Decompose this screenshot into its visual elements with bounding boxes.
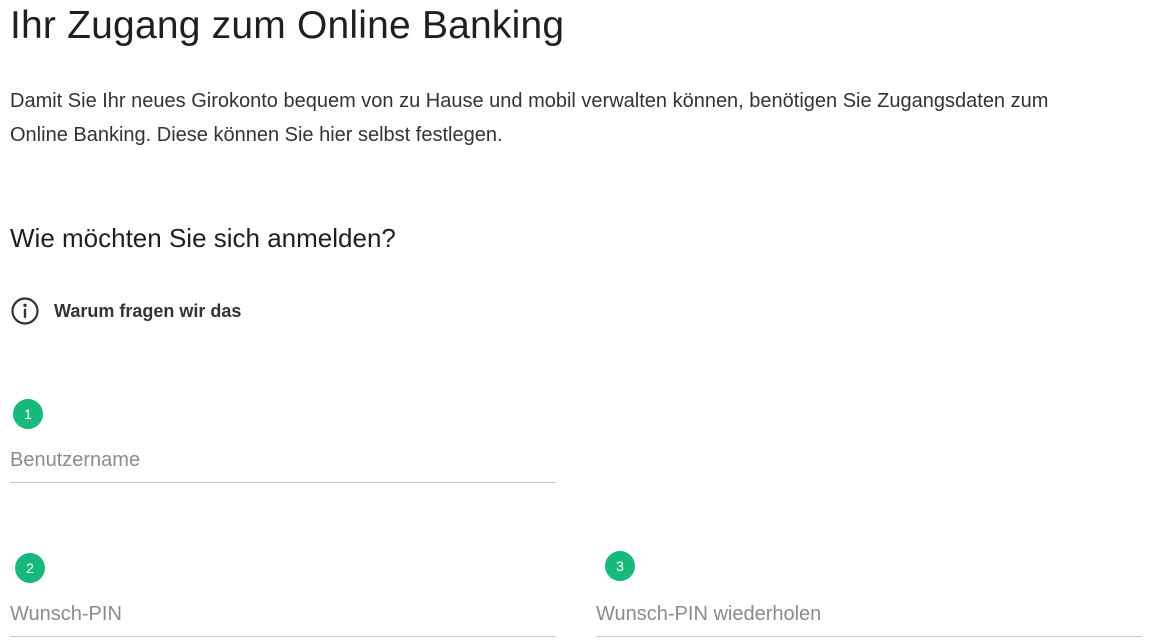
intro-text: Damit Sie Ihr neues Girokonto bequem von…: [10, 90, 1049, 146]
step-badge-2: 2: [15, 553, 45, 583]
why-we-ask-link[interactable]: Warum fragen wir das: [10, 296, 241, 326]
login-section-title: Wie möchten Sie sich anmelden?: [10, 223, 396, 253]
info-circle-icon: [10, 296, 40, 326]
pin-field-group: 2: [10, 553, 556, 637]
username-input[interactable]: [10, 439, 556, 483]
step-badge-3: 3: [605, 551, 635, 581]
page-title: Ihr Zugang zum Online Banking: [10, 4, 565, 47]
pin-input[interactable]: [10, 593, 556, 637]
username-field-group: 1: [10, 399, 556, 483]
pin-repeat-field-group: 3: [596, 551, 1142, 637]
why-we-ask-label: Warum fragen wir das: [54, 300, 242, 321]
pin-repeat-input[interactable]: [596, 593, 1142, 637]
step-badge-1: 1: [13, 399, 43, 429]
